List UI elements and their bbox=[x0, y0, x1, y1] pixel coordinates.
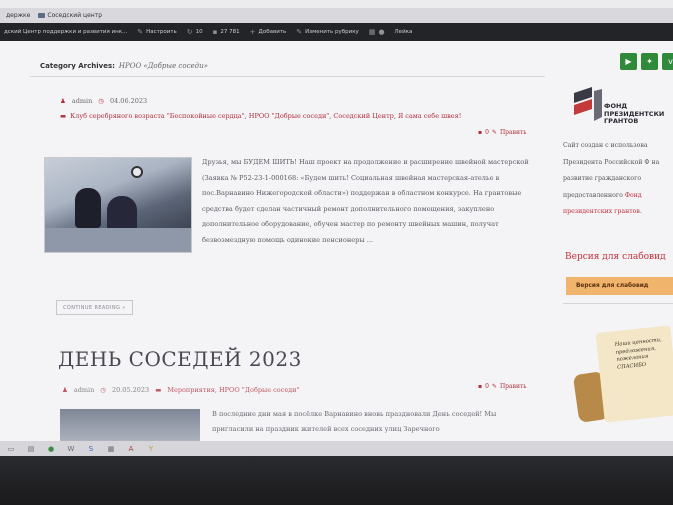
post1-author[interactable]: admin bbox=[72, 97, 92, 105]
yandex-icon[interactable]: Y bbox=[146, 445, 156, 453]
user-label: Лейка bbox=[394, 29, 413, 35]
fund-link[interactable]: Фонд bbox=[625, 192, 642, 199]
post1-edit-link[interactable]: Править bbox=[500, 129, 527, 136]
sidebar-divider bbox=[563, 303, 673, 304]
circle-icon: ● bbox=[378, 28, 385, 36]
accessibility-heading: Версия для слабовид bbox=[565, 252, 666, 262]
pdf-icon[interactable]: A bbox=[126, 445, 136, 453]
adminbar-user[interactable]: Лейка bbox=[395, 29, 413, 35]
wp-admin-bar: дский Центр поддержки и развития инк... … bbox=[0, 23, 673, 41]
site-favicon-icon bbox=[38, 13, 46, 18]
sidebar-about: Сайт создан с использова Президента Росс… bbox=[563, 138, 673, 221]
adminbar-customize[interactable]: ✎ Настроить bbox=[137, 28, 177, 36]
customize-label: Настроить bbox=[146, 29, 177, 35]
monitor-bezel bbox=[0, 456, 673, 505]
post1-comment-meta: ▪ 0 ✎ Править bbox=[478, 129, 527, 136]
updates-count: 10 bbox=[195, 29, 203, 35]
clock-icon: ◷ bbox=[98, 97, 104, 105]
comment-icon: ▪ bbox=[478, 383, 483, 390]
comments-count: 27 781 bbox=[220, 29, 240, 35]
post2-excerpt: В последние дни мая в посёлке Варнавино … bbox=[212, 410, 497, 433]
accessibility-button[interactable]: Версия для слабовид bbox=[566, 277, 673, 295]
scroll-banner[interactable]: Наши ценности, предложения, пожелания СП… bbox=[570, 323, 673, 443]
sewing-table bbox=[45, 228, 191, 252]
plus-icon: + bbox=[249, 28, 256, 36]
adminbar-site[interactable]: дский Центр поддержки и развития инк... bbox=[4, 29, 127, 35]
post1-comment-count[interactable]: 0 bbox=[485, 129, 489, 136]
screen: держке Соседский центр дский Центр подде… bbox=[0, 0, 673, 456]
fund-logo-icon bbox=[574, 87, 602, 121]
scroll-text: Наши ценности, предложения, пожелания СП… bbox=[614, 337, 662, 371]
share-icon[interactable]: ✦ bbox=[641, 53, 658, 70]
author-icon: ♟ bbox=[62, 386, 68, 394]
edit-label: Изменить рубрику bbox=[305, 29, 359, 35]
clock-icon: ◷ bbox=[100, 386, 106, 394]
post1-meta: ♟ admin ◷ 04.06.2023 bbox=[60, 97, 147, 105]
calculator-icon[interactable]: ▦ bbox=[106, 445, 116, 453]
grants-link[interactable]: президентских грантов. bbox=[563, 208, 642, 215]
pencil-icon: ✎ bbox=[296, 28, 303, 36]
post2-categories[interactable]: Мероприятия, НРОО "Добрые соседи" bbox=[167, 386, 299, 394]
chrome-icon[interactable]: ● bbox=[46, 445, 56, 453]
pencil-icon: ✎ bbox=[491, 129, 497, 136]
skype-icon[interactable]: S bbox=[86, 445, 96, 453]
brush-icon: ✎ bbox=[137, 28, 144, 36]
archive-header: Category Archives: НРОО «Добрые соседи» bbox=[30, 55, 545, 77]
post1-thumbnail[interactable] bbox=[44, 157, 192, 253]
comment-icon: ▪ bbox=[212, 28, 218, 36]
post2-comment-count[interactable]: 0 bbox=[485, 383, 489, 390]
post1-excerpt: Друзья, мы БУДЕМ ШИТЬ! Наш проект на про… bbox=[202, 158, 529, 244]
tab-active[interactable]: Соседский центр bbox=[38, 12, 102, 19]
post2-comment-meta: ▪ 0 ✎ Править bbox=[478, 383, 527, 390]
author-icon: ♟ bbox=[60, 97, 66, 105]
wall-clock bbox=[131, 166, 143, 178]
archive-label: Category Archives: bbox=[40, 61, 115, 70]
post2-author[interactable]: admin bbox=[74, 386, 94, 394]
tab-prev[interactable]: держке bbox=[6, 12, 30, 19]
updates-icon: ↻ bbox=[186, 28, 193, 36]
post2-meta: ♟ admin ◷ 20.05.2023 ▬ Мероприятия, НРОО… bbox=[62, 386, 300, 394]
archive-name: НРОО «Добрые соседи» bbox=[118, 61, 208, 70]
post2-date[interactable]: 20.05.2023 bbox=[112, 386, 149, 394]
page-content: Category Archives: НРОО «Добрые соседи» … bbox=[0, 41, 673, 456]
add-label: Добавить bbox=[258, 29, 287, 35]
tab-active-label: Соседский центр bbox=[47, 12, 103, 19]
files-icon[interactable]: ▤ bbox=[26, 445, 36, 453]
continue-reading-button[interactable]: CONTINUE READING » bbox=[56, 300, 133, 315]
pencil-icon: ✎ bbox=[491, 383, 497, 390]
grid-icon: ▦ bbox=[368, 28, 376, 36]
vk-icon[interactable]: v bbox=[662, 53, 673, 70]
post1-categories-links[interactable]: Клуб серебряного возраста "Беспокойные с… bbox=[70, 112, 461, 120]
post1-categories: ▬ Клуб серебряного возраста "Беспокойные… bbox=[60, 112, 461, 120]
youtube-icon[interactable]: ▶ bbox=[620, 53, 637, 70]
adminbar-comments[interactable]: ▪ 27 781 bbox=[213, 28, 240, 36]
comment-icon: ▪ bbox=[478, 129, 483, 136]
person-figure bbox=[75, 188, 101, 228]
adminbar-updates[interactable]: ↻ 10 bbox=[187, 28, 203, 36]
post1-date[interactable]: 04.06.2023 bbox=[110, 97, 147, 105]
adminbar-extra[interactable]: ▦ ● bbox=[369, 28, 385, 36]
folder-icon: ▬ bbox=[60, 112, 67, 120]
folder-icon: ▬ bbox=[155, 386, 162, 394]
post2-title[interactable]: ДЕНЬ СОСЕДЕЙ 2023 bbox=[58, 347, 302, 371]
taskbar: ▭ ▤ ● W S ▦ A Y bbox=[0, 441, 673, 456]
fund-name: ФОНД ПРЕЗИДЕНТСКИ ГРАНТОВ bbox=[604, 102, 665, 125]
sidebar-about-text: Сайт создан с использова Президента Росс… bbox=[563, 142, 660, 199]
task-view-icon[interactable]: ▭ bbox=[6, 445, 16, 453]
browser-tab-strip: держке Соседский центр bbox=[0, 8, 673, 23]
word-icon[interactable]: W bbox=[66, 445, 76, 453]
post2-edit-link[interactable]: Править bbox=[500, 383, 527, 390]
adminbar-add[interactable]: + Добавить bbox=[250, 28, 287, 36]
adminbar-edit[interactable]: ✎ Изменить рубрику bbox=[296, 28, 359, 36]
site-name: дский Центр поддержки и развития инк... bbox=[4, 29, 128, 35]
